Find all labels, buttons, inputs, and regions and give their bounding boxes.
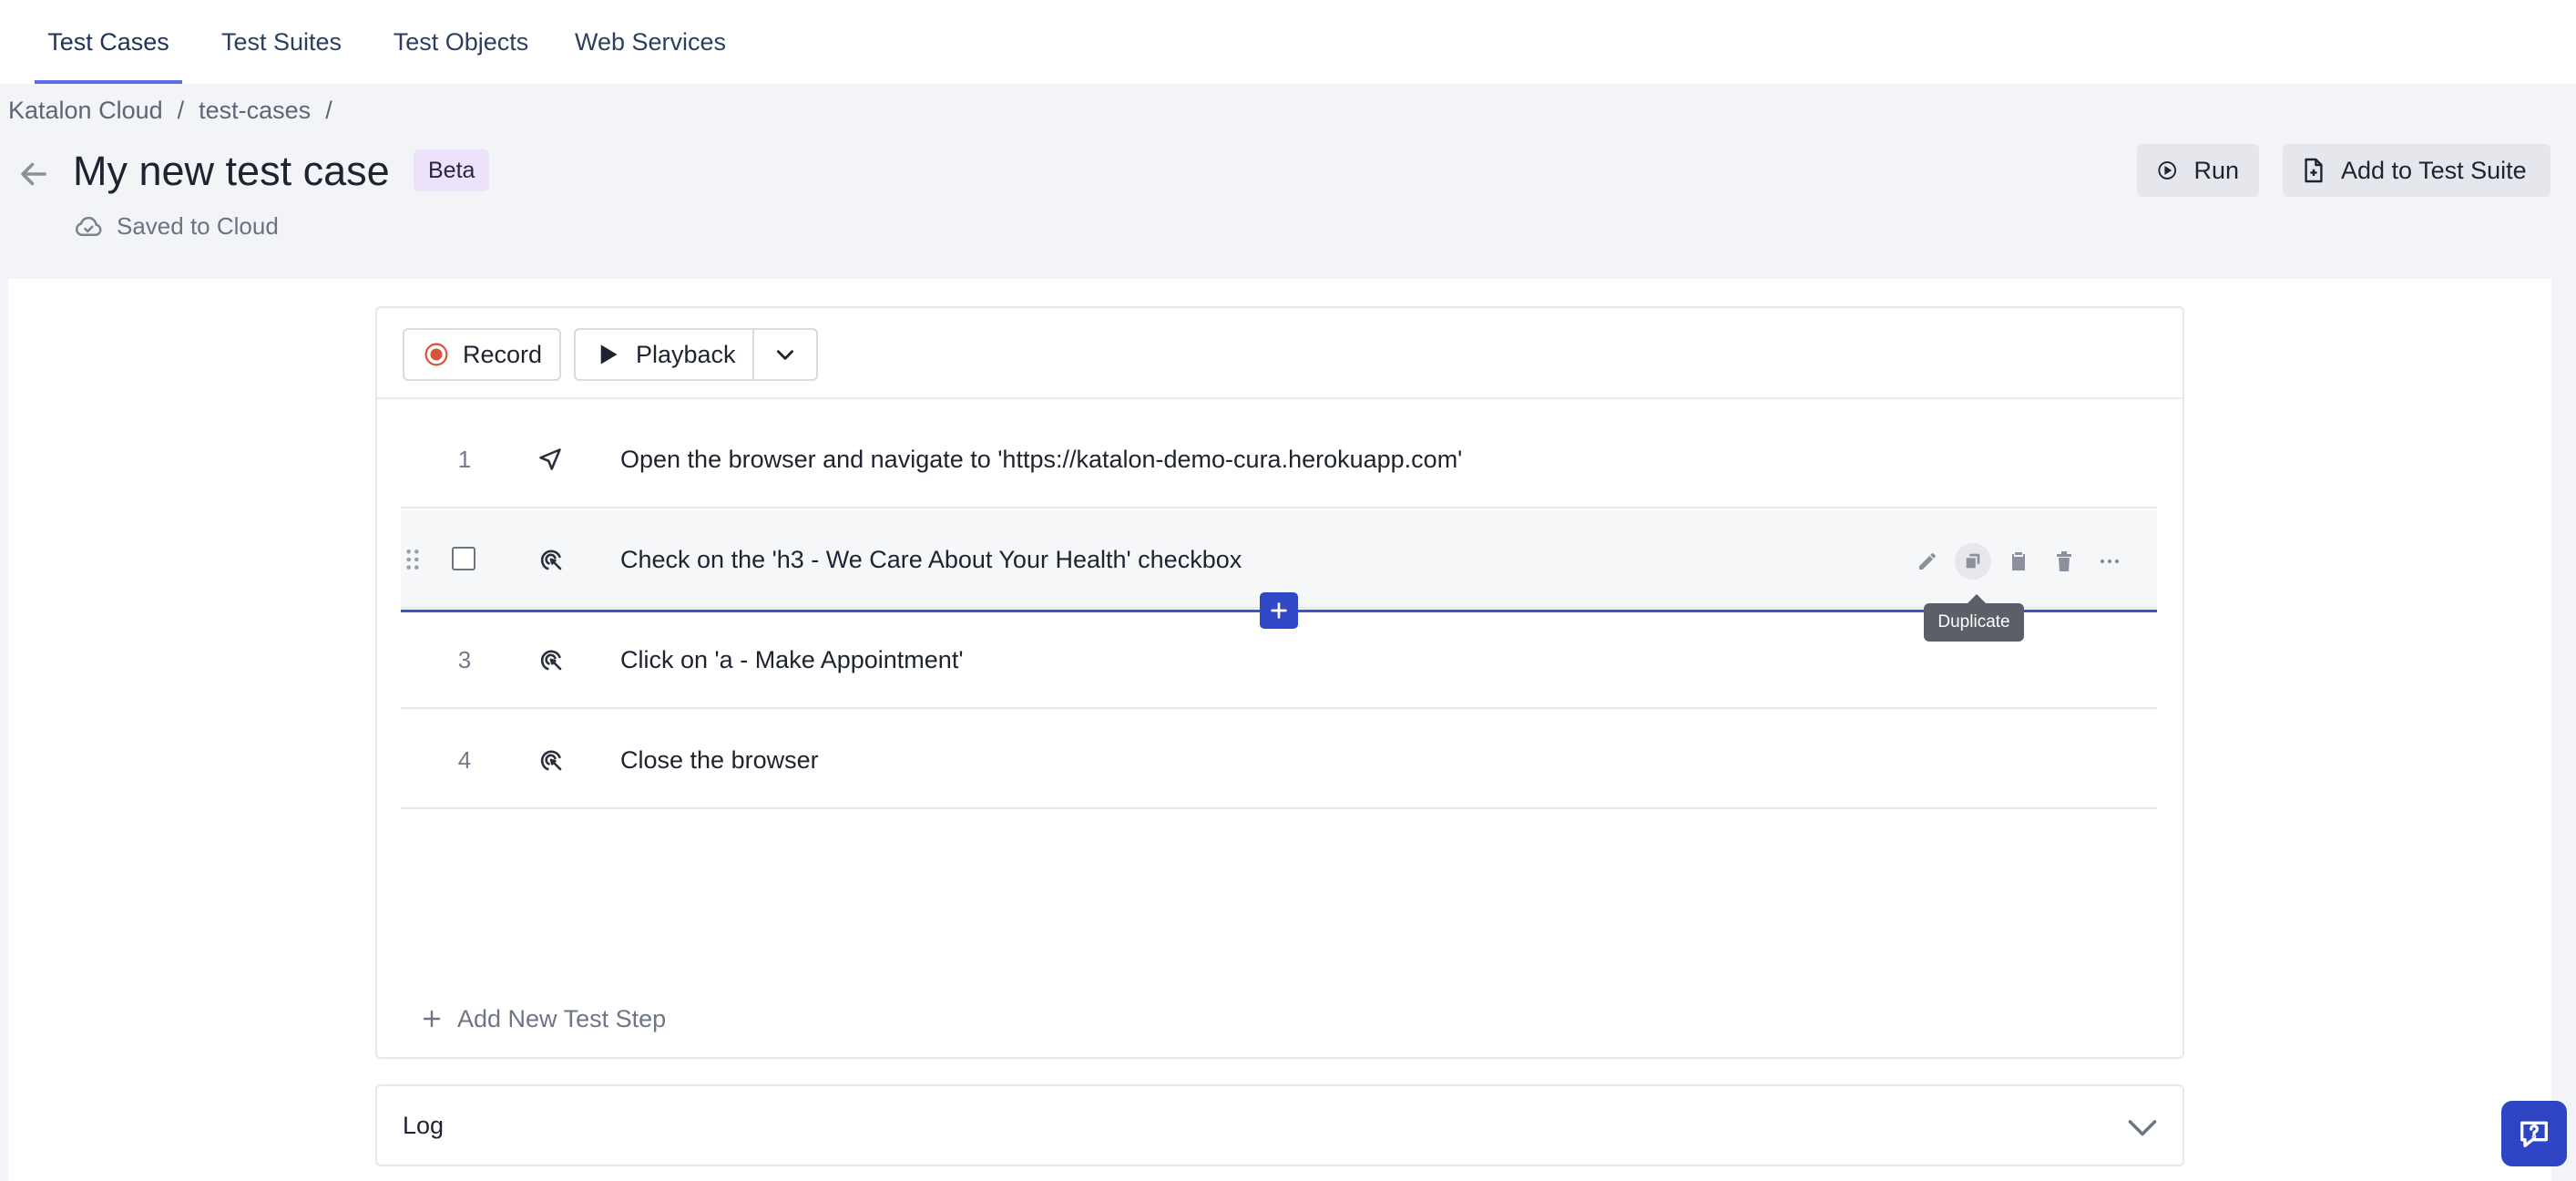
document-plus-icon <box>2305 158 2323 183</box>
edit-step-button[interactable] <box>1909 543 1946 580</box>
add-new-test-step-button[interactable]: Add New Test Step <box>421 999 666 1039</box>
tab-web-services[interactable]: Web Services <box>567 0 734 84</box>
play-icon <box>600 344 618 365</box>
breadcrumb-test-cases[interactable]: test-cases <box>199 97 311 125</box>
plus-icon <box>423 1010 441 1028</box>
tab-test-suites[interactable]: Test Suites <box>206 0 357 84</box>
edit-pencil-icon <box>1919 553 1936 570</box>
step-description: Check on the 'h3 - We Care About Your He… <box>620 545 1242 573</box>
playback-button[interactable]: Playback <box>574 328 754 381</box>
step-icon <box>537 410 563 508</box>
chat-help-icon <box>2520 1121 2548 1147</box>
chevron-down-icon <box>777 350 793 360</box>
back-button[interactable] <box>13 153 55 195</box>
step-number: 3 <box>457 645 472 673</box>
duplicate-tooltip: Duplicate <box>1924 594 2024 642</box>
breadcrumb: Katalon Cloud / test-cases / <box>8 95 347 126</box>
more-icon <box>2100 559 2120 564</box>
step-description: Close the browser <box>620 745 819 774</box>
step-number: 1 <box>457 445 472 473</box>
click-target-icon <box>540 750 562 771</box>
step-icon <box>537 711 565 809</box>
editor-toolbar: Record Playback <box>377 308 2182 399</box>
click-target-icon <box>540 549 562 570</box>
cloud-check-icon <box>75 216 102 237</box>
step-description: Open the browser and navigate to 'https:… <box>620 445 1463 473</box>
step-number: 4 <box>457 745 472 774</box>
click-target-icon <box>540 650 562 671</box>
add-new-test-step-label: Add New Test Step <box>457 1004 667 1032</box>
run-button-label: Run <box>2193 156 2239 184</box>
navigate-arrow-icon <box>539 448 561 470</box>
chevron-down-icon <box>2128 1120 2157 1136</box>
clipboard-icon <box>2012 552 2025 570</box>
breadcrumb-separator: / <box>177 96 185 124</box>
log-panel[interactable]: Log <box>375 1084 2184 1166</box>
record-button-label: Record <box>463 340 543 368</box>
page-title: My new test case <box>73 148 390 194</box>
tab-test-objects[interactable]: Test Objects <box>377 0 545 84</box>
more-actions-button[interactable] <box>2091 543 2128 580</box>
saved-status-label: Saved to Cloud <box>117 211 279 240</box>
plus-icon <box>1271 602 1287 619</box>
run-button[interactable]: Run <box>2137 144 2259 197</box>
insert-step-button[interactable] <box>1260 592 1298 629</box>
tab-test-cases[interactable]: Test Cases <box>35 0 182 84</box>
arrow-left-icon <box>21 162 46 186</box>
add-to-test-suite-button[interactable]: Add to Test Suite <box>2283 144 2550 197</box>
step-icon <box>537 510 565 609</box>
duplicate-icon <box>1966 553 1980 569</box>
help-chat-button[interactable] <box>2501 1101 2567 1166</box>
beta-badge: Beta <box>414 149 490 191</box>
step-icon <box>537 611 565 709</box>
paste-step-button[interactable] <box>2000 543 2037 580</box>
record-icon <box>424 343 448 366</box>
step-checkbox[interactable] <box>452 547 475 570</box>
log-label: Log <box>403 1111 445 1139</box>
record-button[interactable]: Record <box>403 328 561 381</box>
saved-status: Saved to Cloud <box>73 210 279 242</box>
step-row[interactable]: 4 Close the browser <box>401 711 2157 809</box>
add-to-test-suite-label: Add to Test Suite <box>2341 156 2527 184</box>
duplicate-step-button[interactable] <box>1955 543 1991 580</box>
play-circle-icon <box>2158 161 2177 180</box>
playback-button-label: Playback <box>636 340 736 368</box>
breadcrumb-katalon-cloud[interactable]: Katalon Cloud <box>8 97 163 125</box>
top-nav: Test Cases Test Suites Test Objects Web … <box>0 0 2576 84</box>
delete-step-button[interactable] <box>2046 543 2082 580</box>
step-row[interactable]: 1 Open the browser and navigate to 'http… <box>401 410 2157 508</box>
playback-options-dropdown[interactable] <box>752 328 818 381</box>
step-description: Click on 'a - Make Appointment' <box>620 645 964 673</box>
drag-handle-icon[interactable] <box>404 510 421 609</box>
breadcrumb-separator: / <box>325 96 332 124</box>
trash-icon <box>2057 551 2071 571</box>
